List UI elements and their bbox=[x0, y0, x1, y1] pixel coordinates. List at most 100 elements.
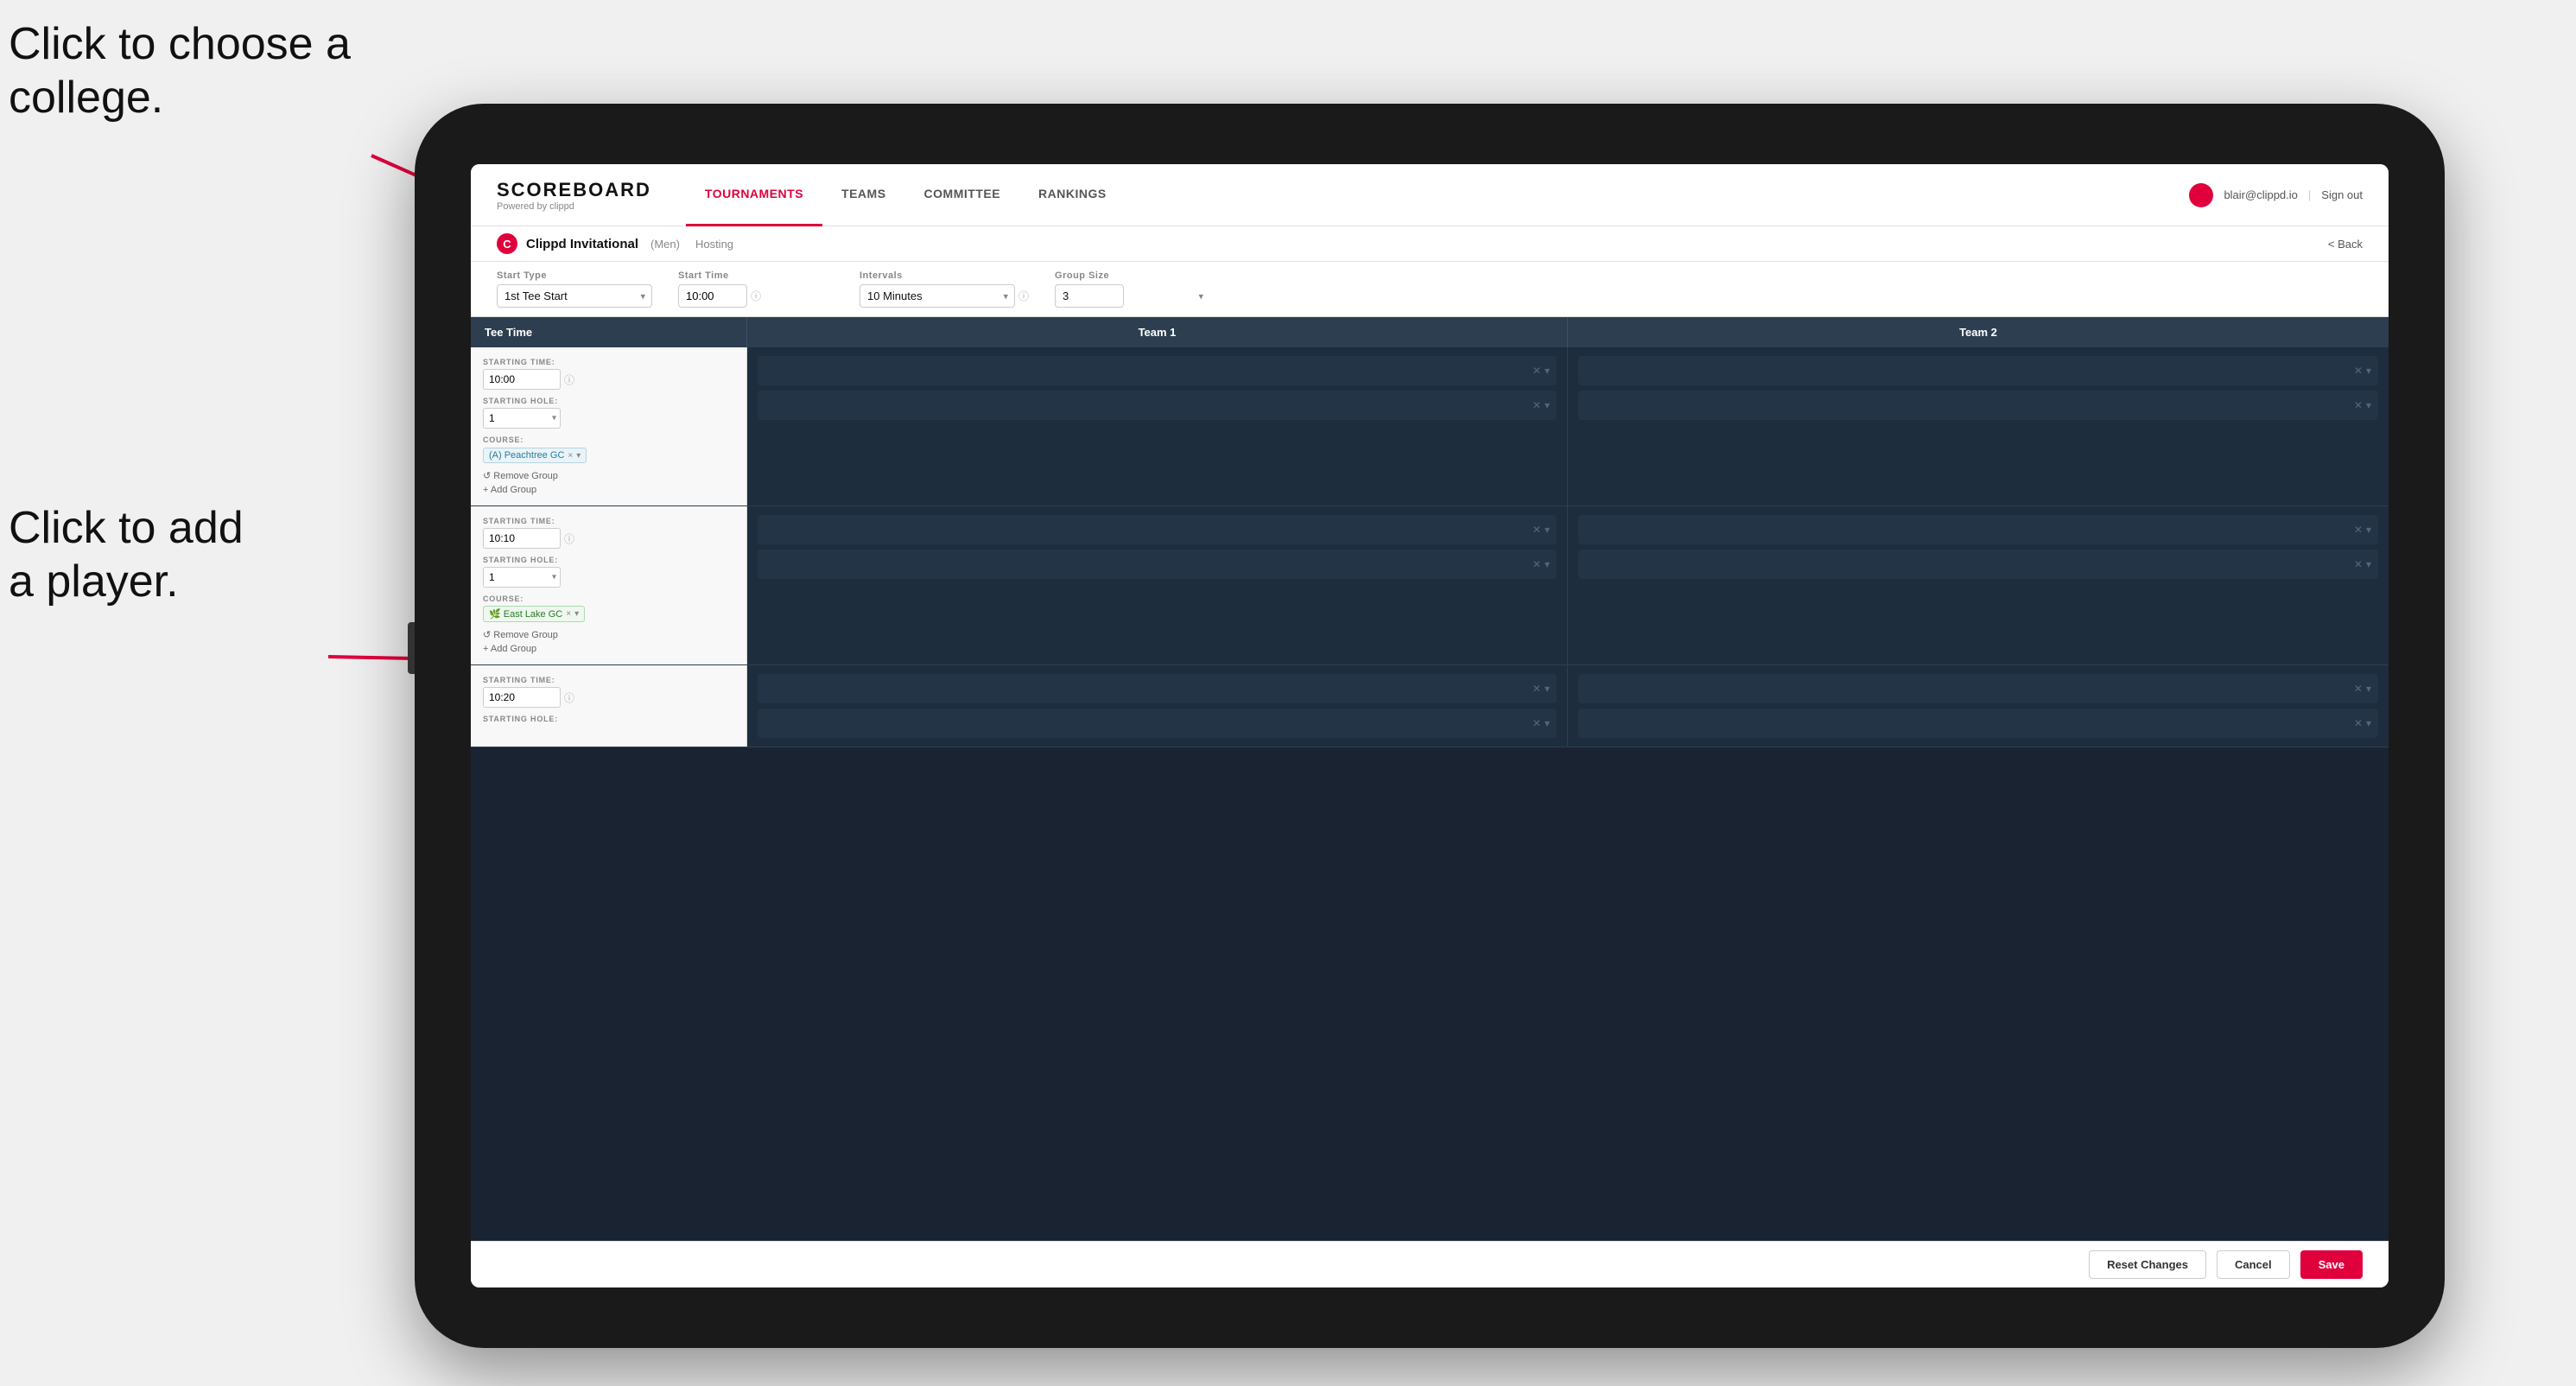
group-3-starting-time: STARTING TIME: ⓘ bbox=[483, 676, 734, 708]
sign-out-link[interactable]: Sign out bbox=[2321, 188, 2363, 201]
player-slot[interactable]: ✕ ▾ bbox=[1578, 550, 2378, 579]
x-icon[interactable]: ✕ bbox=[1532, 524, 1541, 536]
player-slot[interactable]: ✕ ▾ bbox=[1578, 356, 2378, 385]
x-icon[interactable]: ✕ bbox=[1532, 365, 1541, 377]
remove-course-1[interactable]: × bbox=[568, 451, 573, 461]
chevron-icon[interactable]: ▾ bbox=[2366, 717, 2371, 729]
breadcrumb-logo: C bbox=[497, 233, 517, 254]
x-icon[interactable]: ✕ bbox=[2354, 683, 2363, 695]
annotation-choose-college: Click to choose a college. bbox=[9, 17, 351, 125]
start-time-input[interactable] bbox=[678, 284, 747, 308]
chevron-icon[interactable]: ▾ bbox=[1545, 683, 1550, 695]
group-1-team1: ✕ ▾ ✕ ▾ bbox=[747, 347, 1568, 505]
group-1-starting-hole: STARTING HOLE: 1 bbox=[483, 397, 734, 429]
chevron-icon[interactable]: ▾ bbox=[2366, 365, 2371, 377]
back-button[interactable]: < Back bbox=[2328, 238, 2363, 251]
bottom-bar: Reset Changes Cancel Save bbox=[471, 1241, 2389, 1287]
x-icon[interactable]: ✕ bbox=[1532, 558, 1541, 570]
settings-row: Start Type 1st Tee Start Start Time ⓘ In… bbox=[471, 262, 2389, 317]
course-chevron-2: ▾ bbox=[574, 609, 579, 619]
tab-tournaments[interactable]: TOURNAMENTS bbox=[686, 164, 822, 226]
chevron-icon[interactable]: ▾ bbox=[1545, 524, 1550, 536]
group-1-hole-select-wrap: 1 bbox=[483, 408, 561, 429]
table-header: Tee Time Team 1 Team 2 bbox=[471, 317, 2389, 347]
group-1-time-input[interactable] bbox=[483, 369, 561, 390]
group-1-hole-select[interactable]: 1 bbox=[483, 408, 561, 429]
start-type-select[interactable]: 1st Tee Start bbox=[497, 284, 652, 308]
x-icon[interactable]: ✕ bbox=[2354, 399, 2363, 411]
x-icon[interactable]: ✕ bbox=[1532, 683, 1541, 695]
group-size-select[interactable]: 3 bbox=[1055, 284, 1124, 308]
x-icon[interactable]: ✕ bbox=[1532, 399, 1541, 411]
scoreboard-logo: SCOREBOARD Powered by clippd bbox=[497, 179, 651, 212]
group-2-team1: ✕ ▾ ✕ ▾ bbox=[747, 506, 1568, 664]
player-slot[interactable]: ✕ ▾ bbox=[758, 709, 1557, 738]
group-2-starting-time: STARTING TIME: ⓘ bbox=[483, 517, 734, 549]
group-1-team2: ✕ ▾ ✕ ▾ bbox=[1568, 347, 2389, 505]
group-1-course-tag[interactable]: (A) Peachtree GC × ▾ bbox=[483, 447, 734, 463]
remove-group-1[interactable]: ↺ Remove Group bbox=[483, 470, 734, 481]
x-icon[interactable]: ✕ bbox=[2354, 365, 2363, 377]
chevron-icon[interactable]: ▾ bbox=[1545, 365, 1550, 377]
top-nav: SCOREBOARD Powered by clippd TOURNAMENTS… bbox=[471, 164, 2389, 226]
time-info-icon: ⓘ bbox=[564, 372, 574, 387]
user-email: blair@clippd.io bbox=[2224, 188, 2297, 201]
tab-rankings[interactable]: RANKINGS bbox=[1019, 164, 1126, 226]
intervals-select[interactable]: 10 Minutes bbox=[860, 284, 1015, 308]
chevron-icon[interactable]: ▾ bbox=[1545, 558, 1550, 570]
host-label: Hosting bbox=[695, 238, 733, 251]
x-icon[interactable]: ✕ bbox=[1532, 717, 1541, 729]
group-2-hole-select[interactable]: 1 bbox=[483, 567, 561, 588]
player-slot[interactable]: ✕ ▾ bbox=[1578, 515, 2378, 544]
remove-course-2[interactable]: × bbox=[566, 609, 571, 619]
group-size-label: Group Size bbox=[1055, 270, 1210, 281]
player-slot[interactable]: ✕ ▾ bbox=[1578, 674, 2378, 703]
start-type-group: Start Type 1st Tee Start bbox=[497, 270, 652, 308]
chevron-icon[interactable]: ▾ bbox=[2366, 399, 2371, 411]
intervals-label: Intervals bbox=[860, 270, 1029, 281]
player-slot[interactable]: ✕ ▾ bbox=[758, 674, 1557, 703]
x-icon[interactable]: ✕ bbox=[2354, 558, 2363, 570]
group-2-hole-select-wrap: 1 bbox=[483, 567, 561, 588]
logo-title: SCOREBOARD bbox=[497, 179, 651, 201]
player-slot[interactable]: ✕ ▾ bbox=[758, 391, 1557, 420]
chevron-icon[interactable]: ▾ bbox=[2366, 683, 2371, 695]
group-2-time-input[interactable] bbox=[483, 528, 561, 549]
event-gender: (Men) bbox=[650, 238, 680, 251]
table-content: STARTING TIME: ⓘ STARTING HOLE: 1 bbox=[471, 347, 2389, 1241]
group-1-left: STARTING TIME: ⓘ STARTING HOLE: 1 bbox=[471, 347, 747, 505]
chevron-icon[interactable]: ▾ bbox=[2366, 524, 2371, 536]
tab-committee[interactable]: COMMITTEE bbox=[905, 164, 1020, 226]
chevron-icon[interactable]: ▾ bbox=[1545, 717, 1550, 729]
player-slot[interactable]: ✕ ▾ bbox=[758, 515, 1557, 544]
tab-teams[interactable]: TEAMS bbox=[822, 164, 905, 226]
time-info-icon-3: ⓘ bbox=[564, 690, 574, 705]
table-row: STARTING TIME: ⓘ STARTING HOLE: 1 bbox=[471, 347, 2389, 506]
add-group-2[interactable]: + Add Group bbox=[483, 644, 734, 654]
player-slot[interactable]: ✕ ▾ bbox=[1578, 709, 2378, 738]
group-2-team2: ✕ ▾ ✕ ▾ bbox=[1568, 506, 2389, 664]
nav-tabs: TOURNAMENTS TEAMS COMMITTEE RANKINGS bbox=[686, 164, 2190, 226]
add-group-1[interactable]: + Add Group bbox=[483, 485, 734, 495]
reset-button[interactable]: Reset Changes bbox=[2089, 1250, 2206, 1279]
group-3-time-input[interactable] bbox=[483, 687, 561, 708]
course-chevron-1: ▾ bbox=[576, 451, 581, 461]
col-team2: Team 2 bbox=[1568, 317, 2389, 347]
x-icon[interactable]: ✕ bbox=[2354, 524, 2363, 536]
remove-group-2[interactable]: ↺ Remove Group bbox=[483, 629, 734, 640]
avatar bbox=[2189, 183, 2213, 207]
group-2-course-tag[interactable]: 🌿 East Lake GC × ▾ bbox=[483, 606, 734, 622]
start-time-info-icon: ⓘ bbox=[751, 289, 761, 303]
start-time-group: Start Time ⓘ bbox=[678, 270, 834, 308]
chevron-icon[interactable]: ▾ bbox=[1545, 399, 1550, 411]
x-icon[interactable]: ✕ bbox=[2354, 717, 2363, 729]
table-row: STARTING TIME: ⓘ STARTING HOLE: ✕ ▾ bbox=[471, 665, 2389, 747]
nav-user: blair@clippd.io | Sign out bbox=[2189, 183, 2363, 207]
chevron-icon[interactable]: ▾ bbox=[2366, 558, 2371, 570]
player-slot[interactable]: ✕ ▾ bbox=[758, 356, 1557, 385]
group-3-starting-hole: STARTING HOLE: bbox=[483, 715, 734, 723]
player-slot[interactable]: ✕ ▾ bbox=[1578, 391, 2378, 420]
save-button[interactable]: Save bbox=[2300, 1250, 2363, 1279]
cancel-button[interactable]: Cancel bbox=[2217, 1250, 2290, 1279]
player-slot[interactable]: ✕ ▾ bbox=[758, 550, 1557, 579]
